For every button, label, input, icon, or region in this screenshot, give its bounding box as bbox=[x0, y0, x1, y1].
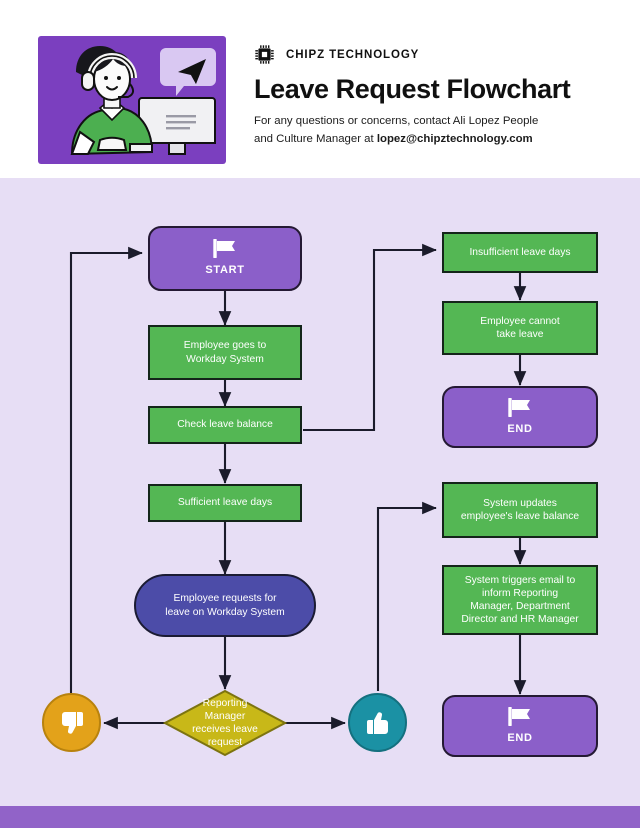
node-email-line3: Manager, Department bbox=[470, 601, 570, 612]
decision-diamond-shape bbox=[163, 689, 287, 757]
flag-icon bbox=[508, 397, 530, 417]
node-sufficient-leave-days[interactable]: Sufficient leave days bbox=[148, 484, 302, 522]
node-system-updates-leave-balance[interactable]: System updates employee's leave balance bbox=[442, 482, 598, 538]
thumbs-up-icon bbox=[366, 711, 388, 734]
flowchart-canvas: START Employee goes to Workday System Ch… bbox=[0, 178, 640, 806]
node-system-triggers-email[interactable]: System triggers email to inform Reportin… bbox=[442, 565, 598, 635]
contact-subtitle: For any questions or concerns, contact A… bbox=[254, 113, 594, 148]
node-decision-reporting-manager[interactable]: Reporting Manager receives leave request bbox=[163, 689, 287, 757]
node-request-line1: Employee requests for bbox=[173, 593, 277, 605]
node-sufficient-label: Sufficient leave days bbox=[177, 497, 273, 509]
subtitle-line-1: For any questions or concerns, contact A… bbox=[254, 115, 539, 127]
node-cannot-line2: take leave bbox=[496, 329, 544, 340]
node-update-line2: employee's leave balance bbox=[460, 511, 580, 522]
thumbs-down-icon bbox=[61, 711, 83, 734]
node-update-line1: System updates bbox=[483, 497, 557, 509]
node-insufficient-leave-days[interactable]: Insufficient leave days bbox=[442, 232, 598, 273]
node-employee-requests-leave[interactable]: Employee requests for leave on Workday S… bbox=[134, 574, 316, 637]
woman-with-headset-illustration bbox=[70, 46, 216, 156]
hero-illustration bbox=[38, 36, 226, 164]
decision-rejected-thumbs-down[interactable] bbox=[42, 693, 101, 752]
decision-approved-thumbs-up[interactable] bbox=[348, 693, 407, 752]
node-end-approved-branch[interactable]: END bbox=[442, 695, 598, 757]
node-employee-cannot-take-leave[interactable]: Employee cannot take leave bbox=[442, 301, 598, 355]
node-insufficient-label: Insufficient leave days bbox=[469, 246, 571, 258]
subtitle-line-2-prefix: and Culture Manager at bbox=[254, 132, 377, 145]
flag-icon bbox=[508, 706, 530, 726]
flag-icon bbox=[213, 239, 235, 259]
node-check-leave-balance[interactable]: Check leave balance bbox=[148, 406, 302, 444]
page-header: CHIPZ TECHNOLOGY Leave Request Flowchart… bbox=[0, 0, 640, 178]
node-start-label: START bbox=[205, 264, 245, 277]
node-workday-line2: Workday System bbox=[186, 353, 264, 365]
node-end1-label: END bbox=[507, 422, 533, 435]
node-start[interactable]: START bbox=[148, 226, 302, 291]
microchip-icon bbox=[255, 45, 274, 64]
node-email-line4: Director and HR Manager bbox=[461, 614, 579, 626]
brand-name: CHIPZ TECHNOLOGY bbox=[286, 48, 420, 61]
node-checkbal-label: Check leave balance bbox=[177, 419, 273, 431]
contact-email: lopez@chipztechnology.com bbox=[376, 132, 533, 145]
node-workday-line1: Employee goes to bbox=[183, 340, 267, 352]
page-title: Leave Request Flowchart bbox=[254, 74, 571, 104]
node-end2-label: END bbox=[507, 731, 533, 744]
brand-row: CHIPZ TECHNOLOGY bbox=[254, 44, 419, 65]
node-end-insufficient-branch[interactable]: END bbox=[442, 386, 598, 448]
node-cannot-line1: Employee cannot bbox=[480, 315, 560, 327]
node-email-line1: System triggers email to bbox=[464, 574, 576, 586]
node-email-line2: inform Reporting bbox=[481, 587, 559, 599]
footer-accent-bar bbox=[0, 806, 640, 828]
node-request-line2: leave on Workday System bbox=[165, 606, 285, 618]
node-employee-goes-to-workday[interactable]: Employee goes to Workday System bbox=[148, 325, 302, 380]
